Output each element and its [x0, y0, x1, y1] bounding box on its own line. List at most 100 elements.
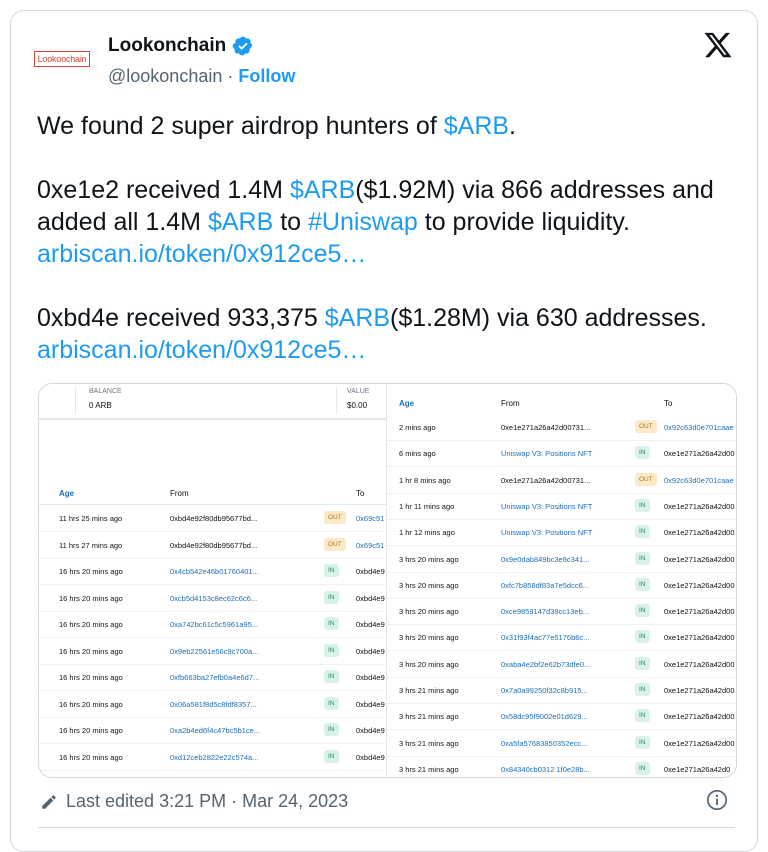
row-to-address[interactable]: 0xe1e271a26a42d00 — [664, 528, 735, 537]
divider — [75, 388, 76, 414]
left-screenshot[interactable]: BALANCE 0 ARB VALUE $0.00 Age From To 11… — [39, 384, 386, 777]
cashtag-arb[interactable]: $ARB — [325, 304, 390, 332]
row-to-address[interactable]: 0x69c51 — [356, 541, 384, 550]
row-from-address[interactable]: 0x7a0a99250f32c8b915... — [501, 686, 588, 695]
edited-text[interactable]: Last edited 3:21 PM · Mar 24, 2023 — [66, 791, 348, 812]
table-row[interactable]: 1 hr 11 mins ago Uniswap V3: Positions NF… — [387, 493, 736, 520]
direction-badge: IN — [635, 525, 650, 539]
table-row[interactable]: 1 hr 12 mins ago Uniswap V3: Positions NF… — [387, 519, 736, 547]
row-from-address[interactable]: 0x9eb22561e56c9c700a... — [170, 647, 258, 656]
arbiscan-link[interactable]: arbiscan.io/token/0x912ce5… — [37, 336, 366, 364]
row-to-address[interactable]: 0xe1e271a26a42d0 — [664, 765, 730, 774]
row-to-address[interactable]: 0xe1e271a26a42d00 — [664, 660, 735, 669]
row-from-address[interactable]: 0xd12ceb2822e22c574a... — [170, 753, 258, 762]
follow-button[interactable]: Follow — [238, 66, 295, 86]
table-row[interactable]: 3 hrs 20 mins ago 0xce9859147d38cc13eb...… — [387, 598, 736, 626]
row-from-address[interactable]: 0xe1e271a26a42d00731... — [501, 423, 590, 432]
row-to-address[interactable]: 0xbd4e9 — [356, 673, 385, 682]
row-from-address[interactable]: Uniswap V3: Positions NFT — [501, 502, 592, 511]
row-from-address[interactable]: 0xa5fa57683850352ecc... — [501, 739, 587, 748]
table-row[interactable]: 16 hrs 20 mins ago 0xcb5d4153c8ec62c6c6..… — [39, 585, 386, 612]
row-to-address[interactable]: 0xe1e271a26a42d00 — [664, 686, 735, 695]
author-handle[interactable]: @lookonchain — [108, 66, 222, 86]
row-to-address[interactable]: 0xe1e271a26a42d00 — [664, 449, 735, 458]
row-from-address[interactable]: 0xfb663ba27efb0a4e6d7... — [170, 673, 259, 682]
author-name-row[interactable]: Lookonchain — [108, 35, 254, 57]
row-to-address[interactable]: 0xe1e271a26a42d00 — [664, 633, 735, 642]
row-from-address[interactable]: 0x4cb542e46b01760401... — [170, 567, 259, 576]
row-from-address[interactable]: 0xa2b4ed6f4c47bc5b1ce... — [170, 726, 260, 735]
info-icon[interactable] — [706, 789, 728, 811]
edited-info[interactable]: Last edited 3:21 PM · Mar 24, 2023 — [40, 791, 348, 812]
author-name[interactable]: Lookonchain — [108, 35, 226, 57]
row-to-address[interactable]: 0x92c63d0e701caae — [664, 423, 734, 432]
hashtag-uniswap[interactable]: #Uniswap — [308, 208, 418, 236]
row-from-address[interactable]: 0xaba4e2bf2e62b73dfe0... — [501, 660, 590, 669]
table-row[interactable]: 3 hrs 21 mins ago 0x7a0a99250f32c8b915...… — [387, 677, 736, 704]
row-to-address[interactable]: 0xe1e271a26a42d00 — [664, 581, 735, 590]
row-from-address[interactable]: Uniswap V3: Positions NFT — [501, 449, 592, 458]
table-row[interactable]: 11 hrs 27 mins ago 0xbd4e92f80db95677bd..… — [39, 532, 386, 559]
table-row[interactable]: 3 hrs 21 mins ago 0x84340cb0312 1f0e28b..… — [387, 756, 736, 777]
row-to-address[interactable]: 0xbd4e9 — [356, 726, 385, 735]
table-row[interactable]: 16 hrs 20 mins ago 0x06a581f8d5c8fdf8357.… — [39, 691, 386, 718]
table-row[interactable]: 3 hrs 21 mins ago 0xa5fa57683850352ecc...… — [387, 730, 736, 757]
right-screenshot[interactable]: Age From To 2 mins ago 0xe1e271a26a42d007… — [386, 384, 736, 777]
row-from-address[interactable]: 0xe1e271a26a42d00731... — [501, 476, 590, 485]
cashtag-arb[interactable]: $ARB — [444, 112, 509, 140]
row-age: 3 hrs 20 mins ago — [399, 659, 459, 669]
row-from-address[interactable]: 0x9e0dab849bc3e8c341... — [501, 555, 589, 564]
table-row[interactable]: 1 hr 8 mins ago 0xe1e271a26a42d00731... OU… — [387, 467, 736, 494]
row-age: 3 hrs 20 mins ago — [399, 633, 459, 643]
table-row[interactable]: 16 hrs 20 mins ago 0xa742bc61c5c5961a95..… — [39, 611, 386, 638]
row-from-address[interactable]: 0x31f93f4ac77e5176b6c... — [501, 633, 589, 642]
row-to-address[interactable]: 0xe1e271a26a42d00 — [664, 712, 735, 721]
table-row[interactable]: 6 mins ago Uniswap V3: Positions NFT IN 0xe… — [387, 440, 736, 468]
table-row[interactable]: 16 hrs 20 mins ago 0xfb663ba27efb0a4e6d7.… — [39, 664, 386, 691]
age-header[interactable]: Age — [399, 399, 414, 408]
table-row[interactable]: 16 hrs 20 mins ago 0x4cb542e46b01760401..… — [39, 558, 386, 585]
table-row[interactable]: 3 hrs 21 mins ago 0x58dc95f9002e01d629...… — [387, 703, 736, 731]
row-from-address[interactable]: 0x84340cb0312 1f0e28b... — [501, 765, 590, 774]
row-to-address[interactable]: 0xe1e271a26a42d00 — [664, 555, 735, 564]
row-to-address[interactable]: 0xe1e271a26a42d00 — [664, 607, 735, 616]
row-from-address[interactable]: 0xfc7b858df83a7e5dcc6... — [501, 581, 589, 590]
row-from-address[interactable]: 0xa742bc61c5c5961a95... — [170, 620, 258, 629]
table-row[interactable]: 11 hrs 25 mins ago 0xbd4e92f80db95677bd..… — [39, 505, 386, 532]
row-to-address[interactable]: 0x92c63d0e701caae — [664, 476, 734, 485]
table-row[interactable]: 3 hrs 20 mins ago 0xaba4e2bf2e62b73dfe0..… — [387, 651, 736, 678]
table-row[interactable]: 16 hrs 20 mins ago 0xa2b4ed6f4c47bc5b1ce.… — [39, 717, 386, 744]
cashtag-arb[interactable]: $ARB — [290, 176, 355, 204]
row-from-address[interactable]: 0xbd4e92f80db95677bd... — [170, 514, 257, 523]
cashtag-arb[interactable]: $ARB — [208, 208, 273, 236]
row-to-address[interactable]: 0xbd4e9 — [356, 753, 385, 762]
table-row[interactable]: 2 mins ago 0xe1e271a26a42d00731... OUT 0x92… — [387, 414, 736, 441]
arbiscan-link[interactable]: arbiscan.io/token/0x912ce5… — [37, 240, 366, 268]
row-to-address[interactable]: 0xe1e271a26a42d00 — [664, 739, 735, 748]
table-row[interactable]: 16 hrs 20 mins ago 0x9eb22561e56c9c700a..… — [39, 638, 386, 665]
x-logo-icon[interactable] — [703, 30, 733, 60]
row-age: 16 hrs 20 mins ago — [59, 673, 123, 682]
row-from-address[interactable]: 0x06a581f8d5c8fdf8357... — [170, 700, 257, 709]
row-to-address[interactable]: 0xbd4e9 — [356, 700, 385, 709]
row-to-address[interactable]: 0xbd4e9 — [356, 594, 385, 603]
table-row[interactable]: 3 hrs 20 mins ago 0x31f93f4ac77e5176b6c..… — [387, 624, 736, 652]
row-from-address[interactable]: 0xce9859147d38cc13eb... — [501, 607, 589, 616]
direction-badge: OUT — [324, 511, 346, 524]
row-to-address[interactable]: 0xe1e271a26a42d00 — [664, 502, 735, 511]
age-header[interactable]: Age — [59, 489, 74, 498]
row-from-address[interactable]: Uniswap V3: Positions NFT — [501, 528, 592, 537]
row-from-address[interactable]: 0xcb5d4153c8ec62c6c6... — [170, 594, 257, 603]
row-to-address[interactable]: 0xbd4e9 — [356, 620, 385, 629]
table-row[interactable]: 16 hrs 20 mins ago 0xd12ceb2822e22c574a..… — [39, 744, 386, 771]
table-row[interactable]: 3 hrs 20 mins ago 0x9e0dab849bc3e8c341...… — [387, 546, 736, 573]
text-span: ($1.28M) via 630 addresses. — [390, 304, 707, 332]
row-from-address[interactable]: 0x58dc95f9002e01d629... — [501, 712, 588, 721]
avatar[interactable]: Lookonchain — [30, 34, 94, 84]
row-to-address[interactable]: 0xbd4e9 — [356, 647, 385, 656]
media-attachment[interactable]: BALANCE 0 ARB VALUE $0.00 Age From To 11… — [38, 383, 737, 778]
row-to-address[interactable]: 0xbd4e9 — [356, 567, 385, 576]
table-row[interactable]: 3 hrs 20 mins ago 0xfc7b858df83a7e5dcc6..… — [387, 572, 736, 599]
row-from-address[interactable]: 0xbd4e92f80db95677bd... — [170, 541, 257, 550]
row-to-address[interactable]: 0x69c51 — [356, 514, 384, 523]
